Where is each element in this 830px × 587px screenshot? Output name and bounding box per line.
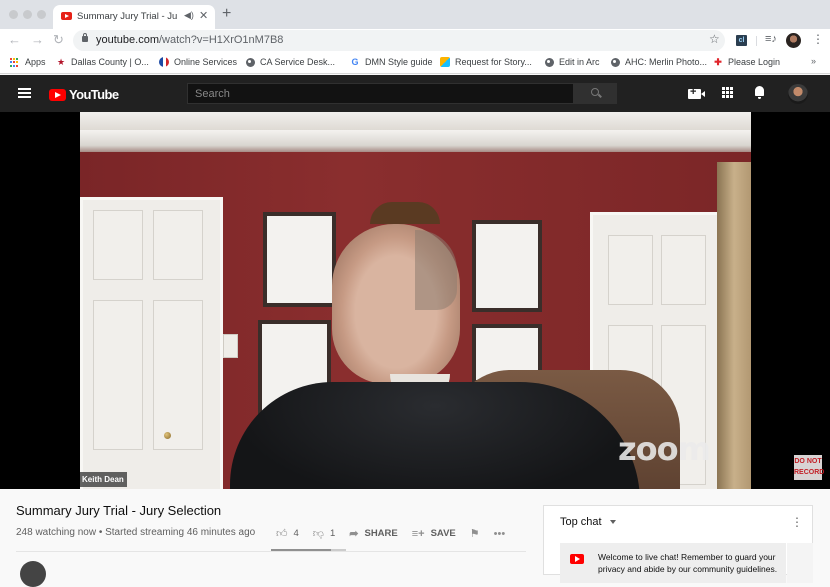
lock-icon[interactable]: [82, 33, 88, 42]
bookmarks-overflow-button[interactable]: »: [811, 56, 816, 66]
share-button[interactable]: ➦ SHARE: [349, 527, 397, 540]
apps-grid-icon: [10, 57, 20, 67]
search-box: [187, 83, 574, 104]
close-icon[interactable]: ✕: [199, 9, 208, 22]
search-icon: [591, 88, 599, 96]
share-arrow-icon: ➦: [349, 528, 359, 540]
tab-strip: Summary Jury Trial - Jury Selection ◀︎) …: [0, 0, 830, 29]
youtube-play-icon: [49, 88, 66, 101]
create-video-icon[interactable]: [688, 86, 705, 99]
search-button[interactable]: [574, 83, 617, 104]
bookmark-online-services[interactable]: Online Services: [159, 57, 237, 67]
extension-cl-icon[interactable]: cl: [736, 35, 747, 46]
toolbar-divider: [756, 36, 757, 46]
forward-button[interactable]: →: [31, 32, 44, 47]
url-text[interactable]: youtube.com/watch?v=H1XrO1nM7B8: [96, 34, 283, 46]
framed-certificate: [472, 220, 542, 312]
bookmark-edit-in-arc[interactable]: Edit in Arc: [545, 57, 600, 67]
more-actions-button[interactable]: •••: [494, 528, 506, 540]
youtube-icon: [570, 554, 584, 564]
bookmark-star-icon[interactable]: ☆: [709, 32, 720, 46]
flag-icon: ⚑: [469, 528, 480, 540]
chat-mode-dropdown[interactable]: Top chat: [560, 516, 616, 528]
report-button[interactable]: ⚑: [470, 527, 480, 540]
framed-certificate: [263, 212, 336, 307]
star-flag-icon: ★: [56, 57, 66, 67]
notifications-icon[interactable]: [754, 86, 765, 99]
do-not-record-badge: DO NOT RECORD: [794, 455, 824, 480]
bookmarks-bar: Apps ★ Dallas County | O... Online Servi…: [0, 52, 830, 74]
door-left: [80, 197, 223, 489]
browser-toolbar: ← → ↻ youtube.com/watch?v=H1XrO1nM7B8 ☆: [0, 29, 830, 52]
tab-title: Summary Jury Trial - Jury Selection: [77, 11, 177, 22]
judicial-robe: [230, 382, 640, 489]
login-icon: ✚: [714, 57, 722, 67]
like-button[interactable]: 👍︎ 4: [276, 527, 299, 540]
kebab-menu-icon[interactable]: ⋮: [812, 33, 824, 45]
profile-avatar[interactable]: [786, 33, 801, 48]
address-bar[interactable]: youtube.com/watch?v=H1XrO1nM7B8 ☆: [73, 30, 725, 51]
bookmark-ahc-merlin[interactable]: AHC: Merlin Photo...: [611, 57, 707, 67]
reload-button[interactable]: ↻: [53, 32, 64, 48]
bookmark-please-login[interactable]: ✚ Please Login: [713, 57, 780, 67]
globe-icon: [545, 57, 554, 67]
video-title: Summary Jury Trial - Jury Selection: [16, 503, 222, 518]
chat-welcome-message: Welcome to live chat! Remember to guard …: [560, 543, 786, 583]
bookmark-dallas-county[interactable]: ★ Dallas County | O...: [56, 57, 149, 67]
globe-icon: [246, 57, 255, 67]
video-actions: 👍︎ 4 👎︎ 1 ➦ SHARE ≡+ SAVE ⚑ •••: [276, 527, 519, 541]
thumbs-up-icon: 👍︎: [276, 528, 288, 540]
airtable-icon: [440, 57, 450, 67]
thumbs-down-icon: 👎︎: [312, 528, 324, 540]
media-control-icon[interactable]: ≡♪: [765, 33, 777, 45]
youtube-favicon-icon: [61, 12, 72, 20]
divider: [16, 551, 526, 552]
zoom-watermark: zoom: [618, 430, 711, 468]
video-player[interactable]: zoom Keith Dean: [0, 112, 830, 489]
speaker-icon[interactable]: ◀︎): [184, 10, 194, 21]
save-button[interactable]: ≡+ SAVE: [412, 528, 456, 540]
youtube-logo[interactable]: YouTube: [49, 87, 119, 102]
video-frame: zoom Keith Dean: [80, 112, 751, 489]
browser-tab-active[interactable]: Summary Jury Trial - Jury Selection ◀︎) …: [53, 5, 215, 29]
back-button[interactable]: ←: [8, 32, 21, 47]
minimize-window-button[interactable]: [23, 10, 32, 19]
participant-name-tag: Keith Dean: [80, 472, 127, 487]
video-meta: 248 watching now • Started streaming 46 …: [16, 527, 256, 538]
google-icon: G: [351, 57, 359, 67]
maximize-window-button[interactable]: [37, 10, 46, 19]
apps-icon[interactable]: [722, 87, 733, 98]
bookmark-ca-service-desk[interactable]: CA Service Desk...: [246, 57, 335, 67]
chat-menu-icon[interactable]: ⋮: [791, 515, 803, 529]
bookmark-apps[interactable]: Apps: [10, 57, 46, 67]
texas-flag-icon: [159, 57, 169, 67]
playlist-add-icon: ≡+: [411, 527, 425, 540]
chat-scrollbar[interactable]: [787, 543, 813, 583]
bookmark-dmn-style-guide[interactable]: G DMN Style guide: [350, 57, 432, 67]
bookmark-request-for-story[interactable]: Request for Story...: [440, 57, 532, 67]
chevron-down-icon: [609, 520, 616, 524]
youtube-masthead: YouTube: [0, 75, 830, 112]
new-tab-button[interactable]: +: [222, 5, 231, 23]
dislike-button[interactable]: 👎︎ 1: [313, 527, 335, 540]
search-input[interactable]: [188, 84, 573, 104]
globe-icon: [611, 57, 620, 67]
account-avatar[interactable]: [788, 84, 808, 104]
hamburger-menu-icon[interactable]: [18, 88, 31, 98]
close-window-button[interactable]: [9, 10, 18, 19]
